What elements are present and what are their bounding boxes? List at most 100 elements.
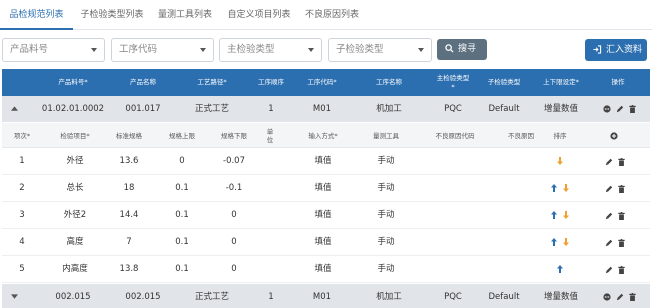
subcol-unit: 单位 bbox=[266, 127, 274, 144]
more-icon[interactable] bbox=[602, 293, 611, 301]
cell-idx: 3 bbox=[19, 210, 25, 220]
cell-tool: 手动 bbox=[377, 237, 395, 247]
cell-lower: -0.1 bbox=[225, 183, 243, 193]
main-type-placeholder: 主检验类型 bbox=[227, 44, 275, 55]
subcol-defect-code: 不良原因代码 bbox=[435, 131, 475, 140]
import-button[interactable]: 汇入资料 bbox=[585, 39, 647, 61]
col-seq[interactable]: 工序顺序 bbox=[249, 69, 293, 96]
col-name[interactable]: 产品名称 bbox=[114, 69, 172, 96]
col-main-type[interactable]: 主检验类型* bbox=[436, 69, 470, 96]
cell-lower: 0 bbox=[231, 210, 237, 220]
sort-controls bbox=[544, 148, 576, 175]
cell-input: 填值 bbox=[314, 183, 332, 193]
sub-type-select[interactable]: 子检验类型 bbox=[328, 38, 432, 62]
add-item-icon[interactable] bbox=[606, 123, 622, 148]
arrow-down-icon[interactable] bbox=[563, 183, 569, 192]
cell-material: 01.02.01.0002 bbox=[41, 104, 105, 114]
edit-icon[interactable] bbox=[605, 158, 613, 166]
sub-type-placeholder: 子检验类型 bbox=[336, 44, 384, 55]
search-icon bbox=[445, 44, 454, 53]
search-button[interactable]: 搜寻 bbox=[437, 39, 487, 60]
tab-measuring-tool[interactable]: 量测工具列表 bbox=[151, 0, 219, 30]
delete-icon[interactable] bbox=[628, 293, 636, 301]
col-material[interactable]: 产品料号* bbox=[46, 69, 100, 96]
cell-unit bbox=[264, 175, 276, 202]
delete-icon[interactable] bbox=[618, 211, 625, 220]
sub-table-row: 3 外径2 14.4 0.1 0 填值 手动 bbox=[2, 202, 650, 229]
arrow-up-icon[interactable] bbox=[551, 210, 557, 219]
cell-upper: 0.1 bbox=[175, 183, 189, 193]
delete-icon[interactable] bbox=[618, 184, 625, 193]
expand-icon[interactable] bbox=[8, 284, 20, 308]
cell-tool: 手动 bbox=[377, 156, 395, 166]
cell-input: 填值 bbox=[314, 156, 332, 166]
delete-icon[interactable] bbox=[618, 265, 625, 274]
cell-process: 机加工 bbox=[376, 292, 402, 302]
subcol-tool: 量测工具 bbox=[373, 131, 399, 140]
edit-icon[interactable] bbox=[616, 105, 624, 113]
sub-table-row: 4 高度 7 0.1 0 填值 手动 bbox=[2, 229, 650, 256]
cell-upper: 0 bbox=[179, 156, 185, 166]
cell-route: 正式工艺 bbox=[194, 104, 229, 114]
cell-tool: 手动 bbox=[377, 264, 395, 274]
sort-controls bbox=[544, 256, 576, 283]
arrow-down-icon[interactable] bbox=[563, 237, 569, 246]
table-row[interactable]: 01.02.01.0002 001.017 正式工艺 1 M01 机加工 PQC… bbox=[2, 96, 650, 122]
tab-bar: 品检规范列表 子检验类型列表 量测工具列表 自定义项目列表 不良原因列表 bbox=[0, 0, 652, 30]
sub-table-row: 2 总长 18 0.1 -0.1 填值 手动 bbox=[2, 175, 650, 202]
sub-table-header: 项次* 检验项目* 标准规格 规格上限 规格下限 单位 输入方式* 量测工具 不… bbox=[2, 123, 650, 148]
process-code-placeholder: 工序代码 bbox=[119, 44, 158, 55]
cell-std: 18 bbox=[123, 183, 135, 193]
edit-icon[interactable] bbox=[605, 212, 613, 220]
more-icon[interactable] bbox=[602, 105, 611, 113]
cell-upper: 0.1 bbox=[175, 264, 189, 274]
tab-defect-reason[interactable]: 不良原因列表 bbox=[299, 0, 365, 30]
cell-idx: 2 bbox=[19, 183, 25, 193]
delete-icon[interactable] bbox=[618, 157, 625, 166]
table-row[interactable]: 002.015 002.015 正式工艺 1 M01 机加工 PQC Defau… bbox=[2, 284, 650, 308]
cell-seq: 1 bbox=[268, 292, 274, 302]
col-code[interactable]: 工序代码* bbox=[298, 69, 346, 96]
delete-icon[interactable] bbox=[628, 105, 636, 113]
process-code-select[interactable]: 工序代码 bbox=[111, 38, 214, 62]
cell-input: 填值 bbox=[314, 264, 332, 274]
cell-input: 填值 bbox=[314, 210, 332, 220]
cell-name: 001.017 bbox=[125, 104, 161, 114]
arrow-up-icon[interactable] bbox=[557, 264, 563, 273]
main-type-select[interactable]: 主检验类型 bbox=[219, 38, 322, 62]
delete-icon[interactable] bbox=[618, 238, 625, 247]
import-icon bbox=[593, 45, 602, 54]
search-label: 搜寻 bbox=[458, 44, 477, 54]
sub-row-actions bbox=[602, 256, 628, 283]
col-route[interactable]: 工艺路径* bbox=[182, 69, 242, 96]
cell-process: 机加工 bbox=[376, 104, 402, 114]
cell-seq: 1 bbox=[268, 104, 274, 114]
cell-limit: 增量数值 bbox=[543, 292, 578, 302]
arrow-down-icon[interactable] bbox=[563, 210, 569, 219]
material-select[interactable]: 产品料号 bbox=[2, 38, 105, 62]
cell-upper: 0.1 bbox=[175, 210, 189, 220]
sub-row-actions bbox=[602, 148, 628, 175]
col-process[interactable]: 工序名称 bbox=[365, 69, 413, 96]
subcol-idx: 项次* bbox=[13, 131, 31, 140]
edit-icon[interactable] bbox=[605, 239, 613, 247]
cell-main-type: PQC bbox=[444, 104, 462, 114]
edit-icon[interactable] bbox=[605, 185, 613, 193]
cell-unit bbox=[264, 148, 276, 175]
cell-code: M01 bbox=[312, 104, 332, 114]
col-sub-type[interactable]: 子检验类型 bbox=[485, 69, 523, 96]
tab-sub-inspection-type[interactable]: 子检验类型列表 bbox=[73, 0, 151, 30]
subcol-input: 输入方式* bbox=[308, 131, 338, 140]
arrow-up-icon[interactable] bbox=[551, 237, 557, 246]
edit-icon[interactable] bbox=[605, 266, 613, 274]
arrow-up-icon[interactable] bbox=[551, 183, 557, 192]
subcol-defect-reason: 不良原因 bbox=[508, 131, 534, 140]
edit-icon[interactable] bbox=[616, 293, 624, 301]
sort-controls bbox=[544, 202, 576, 229]
collapse-icon[interactable] bbox=[8, 96, 20, 122]
tab-inspection-spec[interactable]: 品检规范列表 bbox=[0, 0, 73, 30]
col-limit[interactable]: 上下限设定* bbox=[534, 69, 588, 96]
chevron-down-icon bbox=[308, 48, 314, 52]
arrow-down-icon[interactable] bbox=[557, 156, 563, 165]
tab-custom-item[interactable]: 自定义项目列表 bbox=[219, 0, 299, 30]
